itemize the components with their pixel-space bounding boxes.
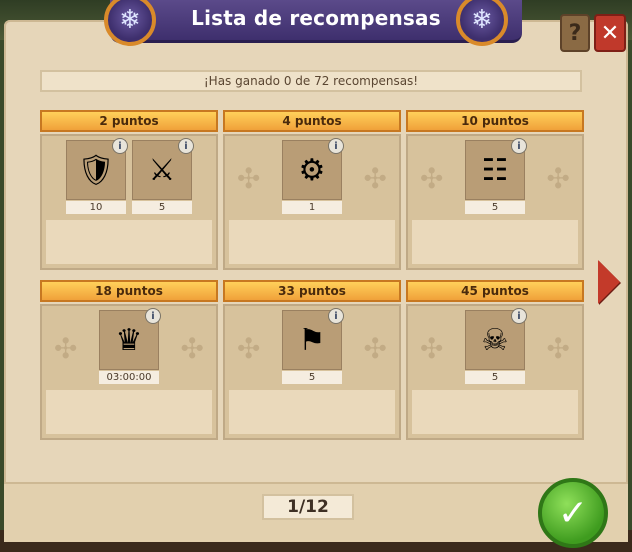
reward-item[interactable]: ☠ i 5 [465, 308, 527, 384]
reward-card-footer [412, 220, 578, 264]
close-button[interactable]: ✕ [594, 14, 626, 52]
help-button[interactable]: ? [560, 14, 590, 52]
next-page-arrow-icon[interactable] [598, 260, 620, 304]
info-icon[interactable]: i [328, 308, 344, 324]
reward-item[interactable]: 🛡 i 10 [66, 138, 128, 214]
info-icon[interactable]: i [145, 308, 161, 324]
item-count: 1 [282, 201, 342, 214]
reward-card-footer [229, 390, 395, 434]
points-header: 4 puntos [223, 110, 401, 132]
points-header: 45 puntos [406, 280, 584, 302]
reward-card: 4 puntos ✣ ✣ ⚙ i 1 [223, 110, 401, 270]
reward-item[interactable]: ⚙ i 1 [282, 138, 344, 214]
reward-card: 10 puntos ✣ ✣ ☷ i 5 [406, 110, 584, 270]
reward-item[interactable]: ⚔ i 5 [132, 138, 194, 214]
reward-card-footer [46, 390, 212, 434]
confirm-button[interactable]: ✓ [538, 478, 608, 548]
item-count: 5 [132, 201, 192, 214]
reward-item[interactable]: ☷ i 5 [465, 138, 527, 214]
points-header: 2 puntos [40, 110, 218, 132]
decorative-crest-icon: ✣ [546, 162, 570, 195]
reward-item[interactable]: ♛ i 03:00:00 [99, 308, 161, 384]
decorative-crest-icon: ✣ [420, 332, 444, 365]
decorative-crest-icon: ✣ [363, 162, 387, 195]
item-count: 5 [282, 371, 342, 384]
item-duration: 03:00:00 [99, 371, 159, 384]
info-icon[interactable]: i [178, 138, 194, 154]
decorative-crest-icon: ✣ [546, 332, 570, 365]
page-counter: 1/12 [262, 494, 354, 520]
decorative-crest-icon: ✣ [54, 332, 78, 365]
decorative-crest-icon: ✣ [237, 332, 261, 365]
reward-card-footer [46, 220, 212, 264]
info-icon[interactable]: i [328, 138, 344, 154]
points-header: 10 puntos [406, 110, 584, 132]
info-icon[interactable]: i [112, 138, 128, 154]
reward-card-footer [229, 220, 395, 264]
reward-card: 2 puntos 🛡 i 10 ⚔ i 5 [40, 110, 218, 270]
item-count: 10 [66, 201, 126, 214]
reward-card-body: ✣ ✣ ☠ i 5 [406, 304, 584, 440]
info-icon[interactable]: i [511, 138, 527, 154]
decorative-crest-icon: ✣ [420, 162, 444, 195]
points-header: 18 puntos [40, 280, 218, 302]
decorative-crest-icon: ✣ [363, 332, 387, 365]
reward-card-body: 🛡 i 10 ⚔ i 5 [40, 134, 218, 270]
reward-card: 45 puntos ✣ ✣ ☠ i 5 [406, 280, 584, 440]
reward-card-body: ✣ ✣ ⚑ i 5 [223, 304, 401, 440]
reward-card-footer [412, 390, 578, 434]
reward-card: 18 puntos ✣ ✣ ♛ i 03:00:00 [40, 280, 218, 440]
item-count: 5 [465, 371, 525, 384]
rewards-summary: ¡Has ganado 0 de 72 recompensas! [40, 70, 582, 92]
decorative-crest-icon: ✣ [237, 162, 261, 195]
decorative-crest-icon: ✣ [180, 332, 204, 365]
reward-card-body: ✣ ✣ ⚙ i 1 [223, 134, 401, 270]
points-header: 33 puntos [223, 280, 401, 302]
info-icon[interactable]: i [511, 308, 527, 324]
reward-card-body: ✣ ✣ ♛ i 03:00:00 [40, 304, 218, 440]
item-count: 5 [465, 201, 525, 214]
reward-card: 33 puntos ✣ ✣ ⚑ i 5 [223, 280, 401, 440]
checkmark-icon: ✓ [557, 492, 589, 534]
reward-item[interactable]: ⚑ i 5 [282, 308, 344, 384]
reward-card-body: ✣ ✣ ☷ i 5 [406, 134, 584, 270]
